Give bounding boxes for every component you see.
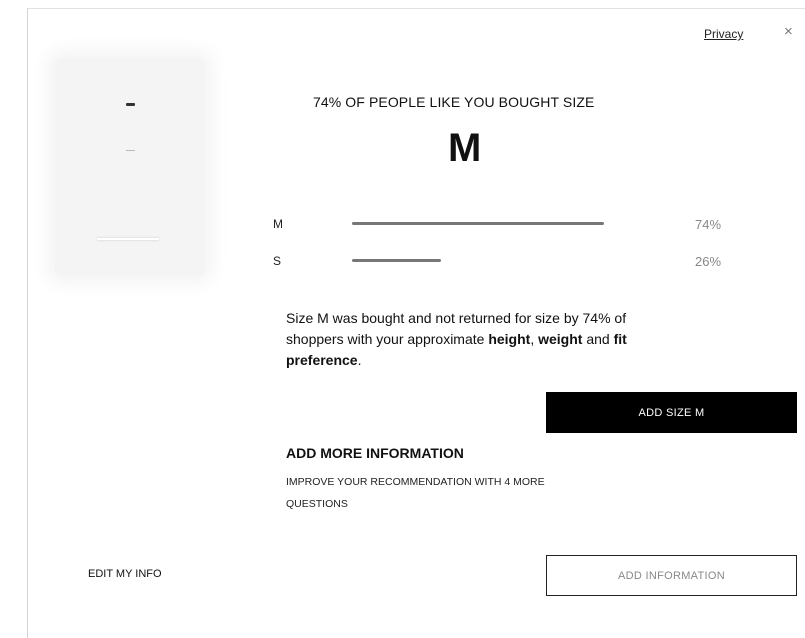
size-bar-s [352, 259, 604, 262]
waist-marker-icon [126, 150, 135, 151]
recommendation-explanation: Size M was bought and not returned for s… [286, 308, 686, 371]
size-percent-m: 74% [695, 217, 722, 232]
size-label-s: S [273, 254, 282, 268]
add-size-button[interactable]: ADD SIZE M [546, 392, 797, 433]
explanation-end: . [357, 352, 362, 368]
size-bar-fill-m [352, 222, 604, 225]
explanation-height: height [488, 331, 531, 347]
size-bar-m [352, 222, 604, 225]
explanation-weight: weight [538, 331, 583, 347]
floor-line [97, 238, 159, 240]
explanation-separator: , [530, 331, 539, 347]
recommendation-headline: 74% OF PEOPLE LIKE YOU BOUGHT SIZE [313, 94, 595, 110]
size-percent-s: 26% [695, 254, 722, 269]
edit-my-info-link[interactable]: EDIT MY INFO [88, 568, 162, 580]
body-silhouette-image [55, 58, 205, 276]
height-marker-icon [126, 103, 135, 106]
size-bar-fill-s [352, 259, 441, 262]
add-information-button[interactable]: ADD INFORMATION [546, 555, 797, 596]
privacy-link[interactable]: Privacy [704, 27, 743, 41]
explanation-separator: and [582, 331, 614, 347]
size-label-m: M [273, 217, 283, 231]
recommended-size: M [448, 126, 482, 170]
close-icon[interactable]: × [784, 24, 793, 39]
add-more-info-subtitle: IMPROVE YOUR RECOMMENDATION WITH 4 MORE … [286, 476, 545, 510]
add-more-info-title: ADD MORE INFORMATION [286, 445, 464, 461]
